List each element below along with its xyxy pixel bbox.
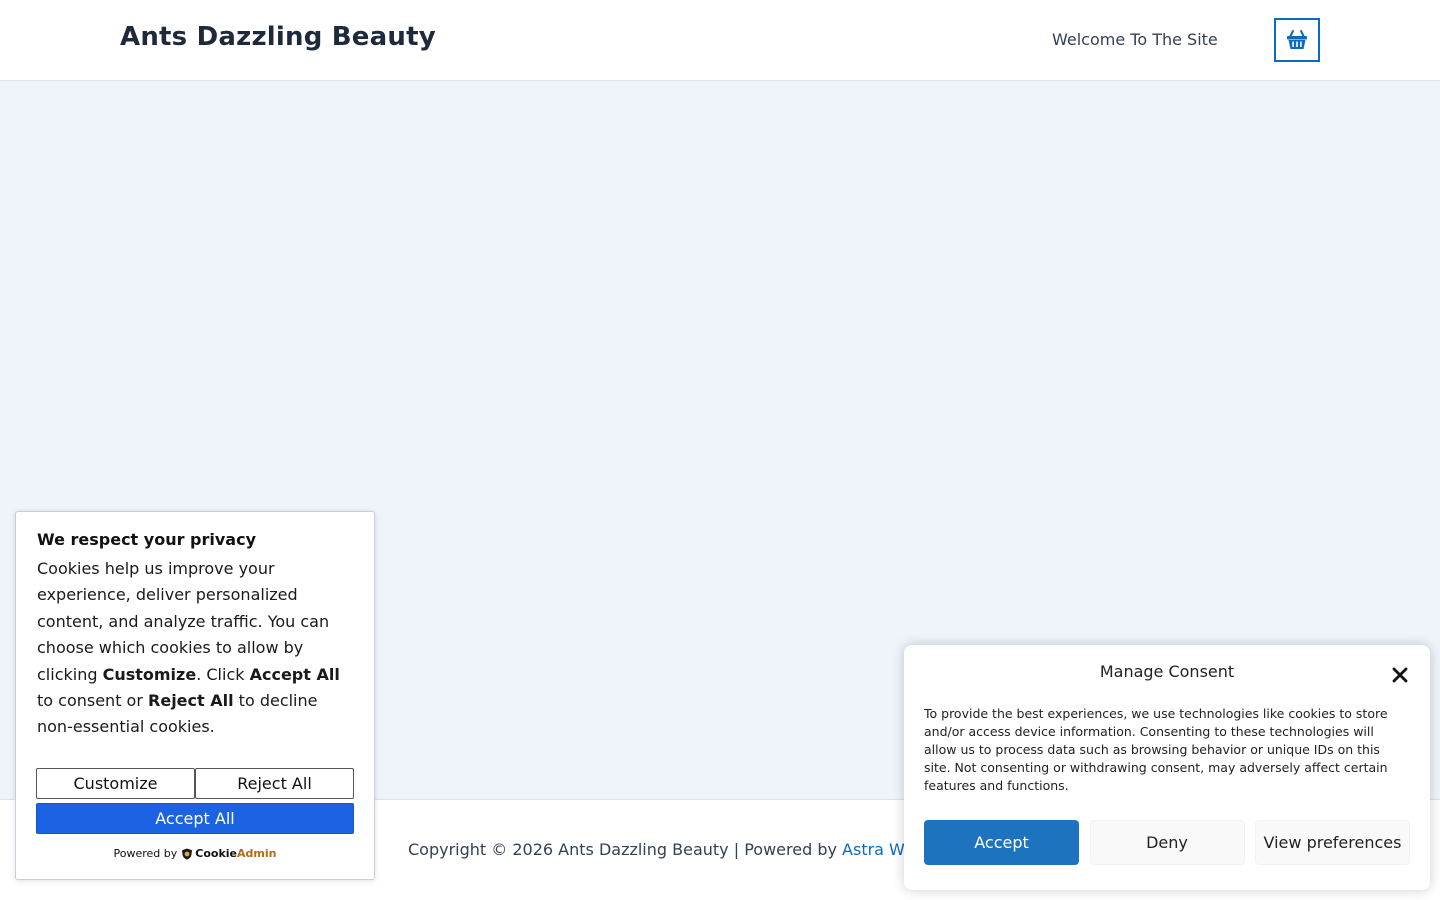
site-header: Ants Dazzling Beauty Welcome To The Site — [0, 0, 1440, 81]
cookieadmin-logo-link[interactable]: CookieAdmin — [195, 847, 276, 860]
cart-button[interactable] — [1274, 18, 1320, 62]
logo-word-cookie: Cookie — [195, 847, 238, 860]
view-preferences-button[interactable]: View preferences — [1255, 820, 1410, 865]
consent-accept-button[interactable]: Accept — [924, 820, 1079, 865]
privacy-notice-title: We respect your privacy — [37, 530, 257, 549]
close-button[interactable] — [1388, 663, 1412, 687]
close-icon — [1392, 667, 1408, 683]
footer-theme-link[interactable]: Astra W — [842, 840, 905, 859]
consent-dialog-title: Manage Consent — [1099, 662, 1235, 681]
reject-all-button[interactable]: Reject All — [195, 768, 354, 799]
consent-button-row: Accept Deny View preferences — [924, 820, 1410, 865]
cookieadmin-shield-icon — [182, 848, 193, 859]
consent-deny-button[interactable]: Deny — [1089, 820, 1245, 865]
customize-button[interactable]: Customize — [36, 768, 195, 799]
footer-copyright-text: Copyright © 2026 Ants Dazzling Beauty | … — [408, 840, 843, 859]
site-title[interactable]: Ants Dazzling Beauty — [120, 22, 436, 52]
privacy-text-part: to consent or — [37, 691, 149, 711]
consent-dialog-body: To provide the best experiences, we use … — [924, 706, 1388, 793]
shopping-basket-icon — [1287, 30, 1307, 49]
manage-consent-dialog: Manage Consent To provide the best exper… — [904, 645, 1430, 890]
footer-copyright: Copyright © 2026 Ants Dazzling Beauty | … — [408, 840, 905, 859]
privacy-text-part: . Click — [196, 664, 250, 684]
privacy-notice-panel: We respect your privacy Cookies help us … — [15, 511, 375, 880]
privacy-text-bold-customize: Customize — [102, 664, 197, 684]
accept-all-button[interactable]: Accept All — [36, 803, 354, 834]
logo-word-admin: Admin — [237, 847, 277, 860]
privacy-text-bold-accept-all: Accept All — [249, 664, 340, 684]
powered-by-label: Powered by — [113, 847, 178, 860]
powered-by: Powered by CookieAdmin — [16, 847, 374, 860]
nav-welcome-link[interactable]: Welcome To The Site — [1052, 30, 1218, 49]
privacy-button-row: Customize Reject All — [36, 768, 354, 799]
privacy-text-bold-reject-all: Reject All — [148, 691, 234, 711]
privacy-notice-text: Cookies help us improve your experience,… — [37, 556, 354, 741]
